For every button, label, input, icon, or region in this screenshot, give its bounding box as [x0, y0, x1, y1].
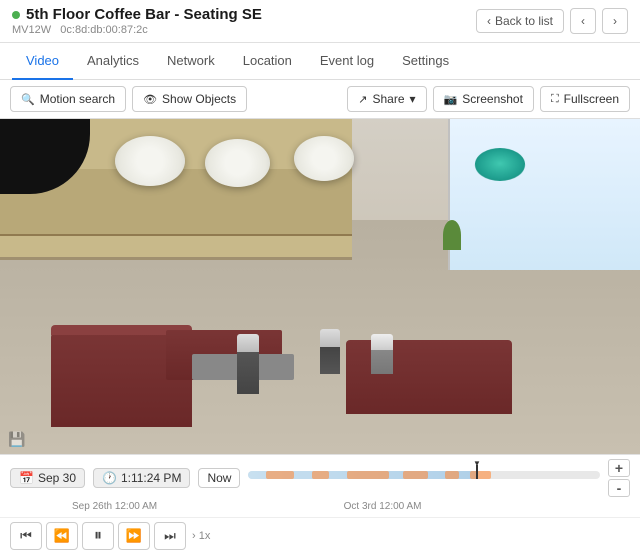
tab-location[interactable]: Location: [229, 43, 306, 80]
plant: [443, 220, 461, 250]
title-left: 5th Floor Coffee Bar - Seating SE MV12W …: [12, 6, 262, 36]
skip-to-start-button[interactable]: ⏮: [10, 522, 42, 550]
tab-settings[interactable]: Settings: [388, 43, 463, 80]
camera-scene: [0, 119, 640, 454]
motion-segment: [470, 471, 491, 479]
person-standing: [237, 334, 259, 394]
play-pause-button[interactable]: ⏸: [82, 522, 114, 550]
camera-icon: 📷: [444, 93, 458, 106]
zoom-out-button[interactable]: -: [608, 479, 630, 497]
timeline-area: 📅 Sep 30 🕐 1:11:24 PM Now: [0, 454, 640, 517]
eye-icon: 👁: [143, 93, 157, 106]
speed-arrow-icon: ›: [192, 530, 196, 542]
zoom-in-button[interactable]: +: [608, 459, 630, 477]
fullscreen-icon: ⛶: [551, 93, 559, 106]
motion-segment: [266, 471, 294, 479]
show-objects-button[interactable]: 👁 Show Objects: [132, 86, 247, 112]
clock-icon: 🕐: [102, 471, 117, 485]
motion-segment: [445, 471, 459, 479]
rewind-button[interactable]: ⏪: [46, 522, 78, 550]
motion-segment: [312, 471, 330, 479]
tab-network[interactable]: Network: [153, 43, 229, 80]
prev-camera-button[interactable]: ‹: [570, 8, 596, 34]
lamp-2: [205, 139, 270, 187]
fast-forward-icon: ⏩: [126, 528, 142, 544]
motion-segment: [347, 471, 389, 479]
calendar-icon: 📅: [19, 471, 34, 485]
skip-forward-icon: ⏭: [164, 528, 176, 544]
rewind-icon: ⏪: [54, 528, 70, 544]
video-feed-container: 💾: [0, 119, 640, 454]
windows: [448, 119, 640, 270]
title-actions: ‹ Back to list ‹ ›: [476, 8, 628, 34]
fullscreen-button[interactable]: ⛶ Fullscreen: [540, 86, 630, 112]
fast-forward-button[interactable]: ⏩: [118, 522, 150, 550]
person-sitting-1: [320, 329, 340, 374]
share-icon: ↗: [358, 93, 367, 106]
video-toolbar: 🔍 Motion search 👁 Show Objects ↗ Share ▾…: [0, 80, 640, 119]
search-icon: 🔍: [21, 93, 35, 106]
now-button[interactable]: Now: [198, 468, 240, 488]
timeline-playhead: [476, 465, 478, 479]
timeline-end-label: Oct 3rd 12:00 AM: [344, 501, 422, 512]
chevron-left-icon: ‹: [487, 14, 491, 28]
dropdown-arrow-icon: ▾: [410, 92, 416, 106]
timeline-track[interactable]: [248, 467, 600, 489]
playback-speed-label: › 1x: [192, 530, 210, 542]
person-sitting-2: [371, 334, 393, 374]
back-to-list-button[interactable]: ‹ Back to list: [476, 9, 564, 33]
status-indicator: [12, 11, 20, 19]
toolbar-right: ↗ Share ▾ 📷 Screenshot ⛶ Fullscreen: [347, 86, 630, 112]
time-picker-button[interactable]: 🕐 1:11:24 PM: [93, 468, 190, 488]
skip-to-end-button[interactable]: ⏭: [154, 522, 186, 550]
next-camera-button[interactable]: ›: [602, 8, 628, 34]
tab-bar: Video Analytics Network Location Event l…: [0, 43, 640, 80]
video-feed[interactable]: 💾: [0, 119, 640, 454]
title-bar: 5th Floor Coffee Bar - Seating SE MV12W …: [0, 0, 640, 43]
toolbar-left: 🔍 Motion search 👁 Show Objects: [10, 86, 247, 112]
tab-analytics[interactable]: Analytics: [73, 43, 153, 80]
playback-controls: ⏮ ⏪ ⏸ ⏩ ⏭ › 1x: [0, 517, 640, 554]
timeline-zoom-controls: + -: [608, 459, 630, 497]
share-button[interactable]: ↗ Share ▾: [347, 86, 426, 112]
lamp-3: [294, 136, 354, 181]
device-info: MV12W 0c:8d:db:00:87:2c: [12, 24, 262, 36]
left-arrow-icon: ‹: [581, 14, 585, 28]
date-picker-button[interactable]: 📅 Sep 30: [10, 468, 85, 488]
timeline-background: [248, 471, 600, 479]
lamp-1: [115, 136, 185, 186]
sd-card-icon: 💾: [8, 431, 25, 448]
skip-back-icon: ⏮: [20, 528, 32, 544]
right-arrow-icon: ›: [613, 14, 617, 28]
tab-video[interactable]: Video: [12, 43, 73, 80]
motion-search-button[interactable]: 🔍 Motion search: [10, 86, 126, 112]
timeline-labels: Sep 26th 12:00 AM Oct 3rd 12:00 AM: [10, 500, 630, 513]
timeline-start-label: Sep 26th 12:00 AM: [72, 501, 157, 512]
camera-title: 5th Floor Coffee Bar - Seating SE: [12, 6, 262, 23]
motion-segment: [403, 471, 428, 479]
tab-eventlog[interactable]: Event log: [306, 43, 388, 80]
timeline-top-row: 📅 Sep 30 🕐 1:11:24 PM Now: [10, 459, 630, 497]
screenshot-button[interactable]: 📷 Screenshot: [433, 86, 534, 112]
